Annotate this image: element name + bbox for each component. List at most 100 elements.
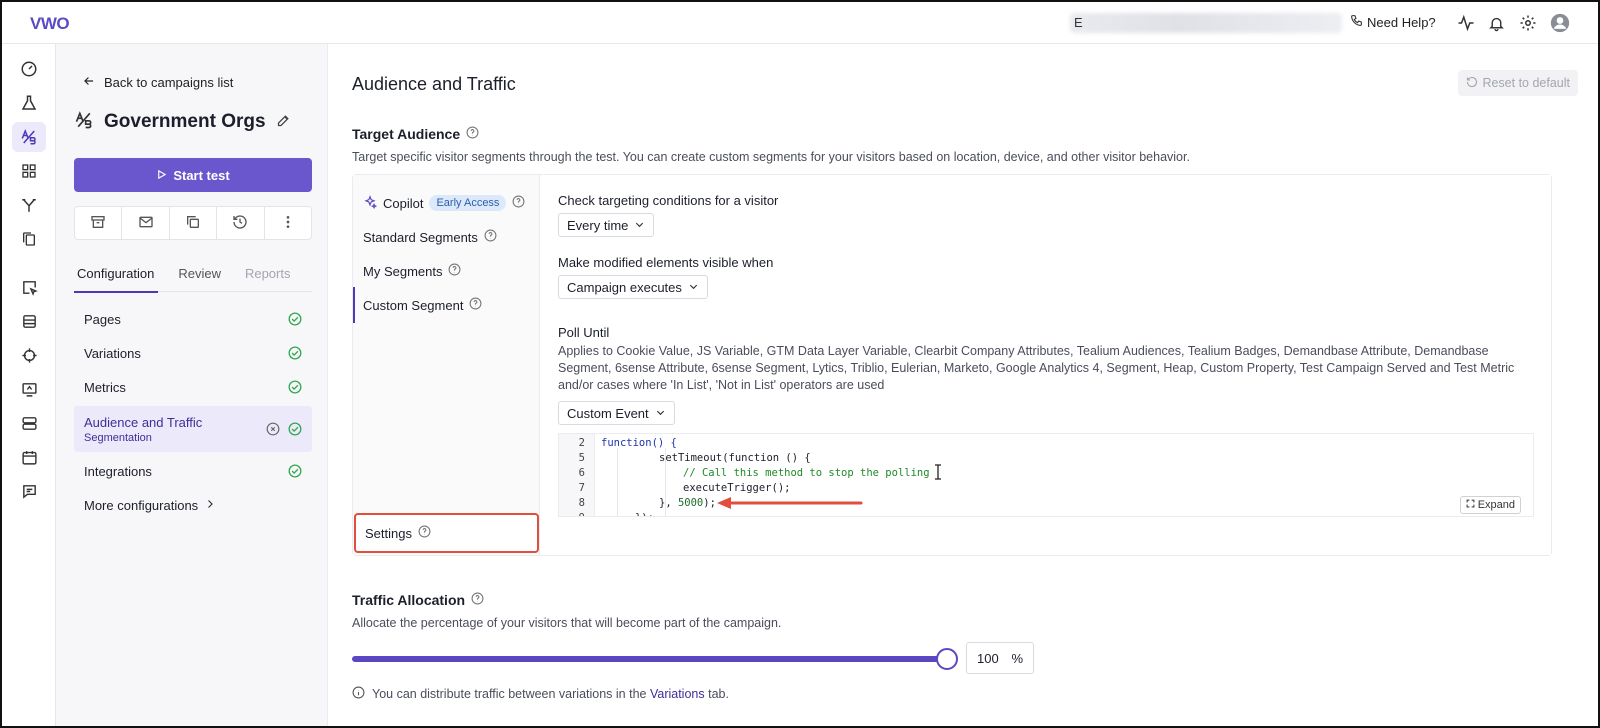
clone-button[interactable] xyxy=(170,207,218,239)
ab-test-icon[interactable] xyxy=(12,122,46,152)
line-number: 9 xyxy=(559,512,585,516)
poll-until-description: Applies to Cookie Value, JS Variable, GT… xyxy=(558,344,1515,392)
server-icon[interactable] xyxy=(12,408,46,438)
expand-button[interactable]: Expand xyxy=(1459,496,1521,514)
nav-label: More configurations xyxy=(84,497,199,513)
help-circle-icon[interactable] xyxy=(471,592,484,608)
nav-item-integrations[interactable]: Integrations xyxy=(74,454,312,488)
settings-label: Settings xyxy=(365,525,412,541)
standard-segments-label: Standard Segments xyxy=(363,229,478,245)
screen-insights-icon[interactable] xyxy=(12,374,46,404)
nav-item-variations[interactable]: Variations xyxy=(74,336,312,370)
vwo-logo[interactable]: VWO xyxy=(30,14,70,34)
main-content: Audience and Traffic Reset to default Ta… xyxy=(328,44,1598,726)
account-initial: E xyxy=(1074,15,1083,30)
help-circle-icon[interactable] xyxy=(418,525,431,541)
dashboard-icon[interactable] xyxy=(12,54,46,84)
traffic-allocation-description: Allocate the percentage of your visitors… xyxy=(352,616,782,630)
account-switcher-redacted[interactable] xyxy=(1070,13,1342,33)
line-number: 2 xyxy=(578,437,585,449)
variations-tab-link[interactable]: Variations xyxy=(650,687,705,701)
traffic-allocation-title: Traffic Allocation xyxy=(352,592,466,608)
archive-button[interactable] xyxy=(75,207,123,239)
need-help-button[interactable]: Need Help? xyxy=(1350,14,1436,30)
code-line: executeTrigger(); xyxy=(683,482,791,494)
tab-reports: Reports xyxy=(244,266,291,281)
database-icon[interactable] xyxy=(12,306,46,336)
code-editor[interactable]: 2 5 6 7 8 9 function() { setTimeout(func… xyxy=(558,433,1534,517)
traffic-percentage-input[interactable]: 100 % xyxy=(966,642,1034,674)
copy-pages-icon[interactable] xyxy=(12,224,46,254)
tab-configuration[interactable]: Configuration xyxy=(74,266,159,293)
close-circle-icon[interactable] xyxy=(266,422,280,439)
traffic-slider-handle[interactable] xyxy=(936,648,958,670)
visible-when-dropdown[interactable]: Campaign executes xyxy=(558,275,708,299)
help-circle-icon[interactable] xyxy=(448,263,461,279)
sparkle-icon xyxy=(363,194,378,212)
more-actions-button[interactable] xyxy=(265,207,311,239)
campaign-sidebar: Back to campaigns list Government Orgs S… xyxy=(56,44,328,726)
grid-icon[interactable] xyxy=(12,156,46,186)
annotation-arrow-icon xyxy=(715,496,863,513)
dropdown-value: Campaign executes xyxy=(567,279,682,295)
user-avatar-icon[interactable] xyxy=(1550,13,1570,33)
segment-my[interactable]: My Segments xyxy=(353,255,539,287)
target-audience-title: Target Audience xyxy=(352,126,461,142)
segment-custom[interactable]: Custom Segment xyxy=(353,287,539,323)
percent-unit: % xyxy=(1011,650,1023,666)
email-button[interactable] xyxy=(122,207,170,239)
schedule-button[interactable] xyxy=(217,207,265,239)
phone-icon xyxy=(1350,14,1363,30)
dropdown-value: Every time xyxy=(567,217,629,233)
campaign-name: Government Orgs xyxy=(104,110,266,132)
help-circle-icon[interactable] xyxy=(466,126,479,142)
reset-label: Reset to default xyxy=(1482,76,1570,90)
check-conditions-label: Check targeting conditions for a visitor xyxy=(558,193,779,208)
help-circle-icon[interactable] xyxy=(512,195,525,211)
config-nav: Pages Variations Metrics Audience and Tr… xyxy=(74,302,312,522)
edit-icon[interactable] xyxy=(276,113,291,131)
start-test-button[interactable]: Start test xyxy=(74,158,312,192)
gear-icon[interactable] xyxy=(1518,13,1538,33)
cursor-page-icon[interactable] xyxy=(12,272,46,302)
info-icon xyxy=(352,686,365,702)
reset-icon xyxy=(1466,76,1478,91)
nav-label: Pages xyxy=(84,311,121,327)
page-title: Audience and Traffic xyxy=(352,74,516,94)
kebab-icon xyxy=(280,214,296,233)
help-circle-icon[interactable] xyxy=(469,297,482,313)
tab-review[interactable]: Review xyxy=(176,266,223,292)
check-conditions-dropdown[interactable]: Every time xyxy=(558,213,655,237)
traffic-slider-track[interactable] xyxy=(352,656,948,662)
segment-standard[interactable]: Standard Segments xyxy=(353,221,539,253)
start-test-label: Start test xyxy=(173,167,230,183)
code-line: function() { xyxy=(601,437,677,449)
bell-icon[interactable] xyxy=(1486,13,1506,33)
audience-panel: Copilot Early Access Standard Segments M… xyxy=(352,174,1552,556)
activity-icon[interactable] xyxy=(1456,13,1476,33)
check-circle-icon xyxy=(288,346,302,363)
chevron-down-icon xyxy=(655,406,666,421)
flask-icon[interactable] xyxy=(12,88,46,118)
poll-until-label: Poll Until xyxy=(558,325,610,340)
poll-until-dropdown[interactable]: Custom Event xyxy=(558,401,675,425)
line-number: 6 xyxy=(578,467,585,479)
nav-item-metrics[interactable]: Metrics xyxy=(74,370,312,404)
calendar-icon[interactable] xyxy=(12,442,46,472)
split-icon[interactable] xyxy=(12,190,46,220)
help-circle-icon[interactable] xyxy=(484,229,497,245)
segment-copilot[interactable]: Copilot Early Access xyxy=(353,187,539,219)
my-segments-label: My Segments xyxy=(363,263,443,279)
settings-content: Check targeting conditions for a visitor… xyxy=(539,175,1551,555)
back-to-campaigns-link[interactable]: Back to campaigns list xyxy=(82,74,233,91)
nav-item-audience-traffic[interactable]: Audience and Traffic Segmentation xyxy=(74,406,312,452)
nav-sublabel: Segmentation xyxy=(84,431,152,444)
traffic-allocation-heading: Traffic Allocation xyxy=(352,592,484,608)
nav-item-pages[interactable]: Pages xyxy=(74,302,312,336)
target-icon[interactable] xyxy=(12,340,46,370)
nav-item-more-configurations[interactable]: More configurations xyxy=(74,488,312,522)
feedback-icon[interactable] xyxy=(12,476,46,506)
check-circle-icon xyxy=(288,312,302,329)
check-circle-icon xyxy=(288,422,302,439)
segment-settings[interactable]: Settings xyxy=(354,513,539,553)
